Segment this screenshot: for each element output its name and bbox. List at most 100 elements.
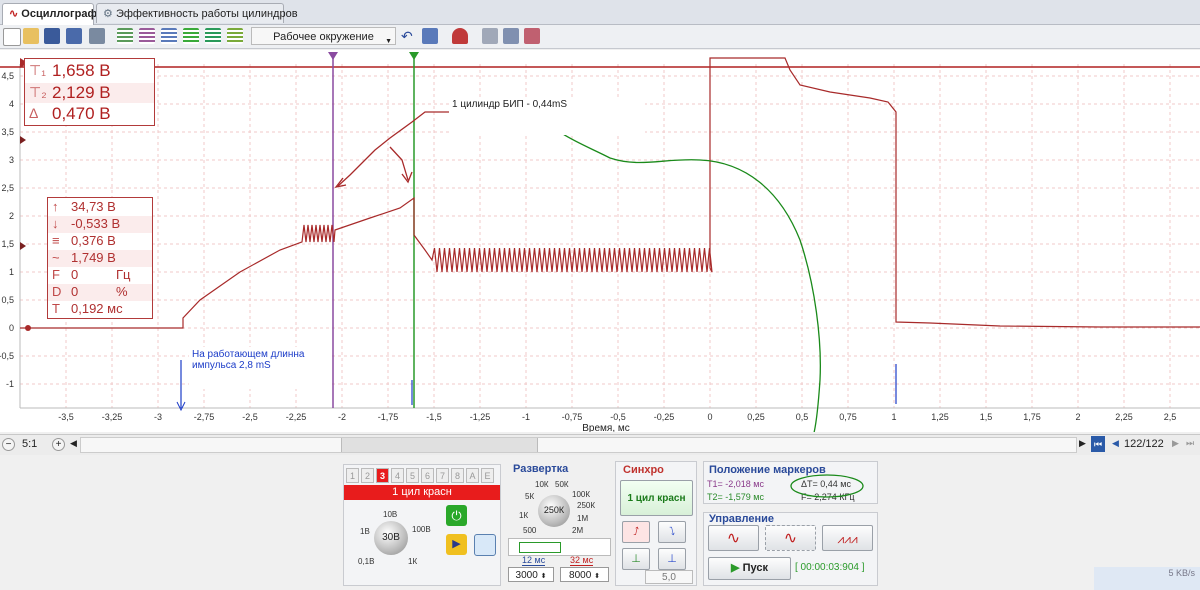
knob-label: 1К xyxy=(408,557,418,566)
x-tick-label: -0,75 xyxy=(562,412,583,422)
wave-filter-4-icon[interactable] xyxy=(183,28,199,44)
y-tick-label: 0,5 xyxy=(1,295,14,305)
falling-edge-button[interactable]: ⭝ xyxy=(658,521,686,543)
annotation-bottom-line-1: На работающем длинна xyxy=(192,349,305,360)
x-tick-label: 2,5 xyxy=(1164,412,1177,422)
sync-level-input[interactable]: 5,0 xyxy=(645,570,693,584)
power-icon[interactable]: ⏻ xyxy=(446,505,467,526)
marker-t2-handle-icon xyxy=(409,52,419,60)
stat-freq-unit: Гц xyxy=(116,267,131,282)
channel-tab-5[interactable]: 5 xyxy=(406,468,419,483)
channel-tab-4[interactable]: 4 xyxy=(391,468,404,483)
x-tick-label: -0,25 xyxy=(654,412,675,422)
crosshair-icon[interactable] xyxy=(524,28,540,44)
zoom-out-icon[interactable]: − xyxy=(2,438,15,451)
x-tick-label: -3 xyxy=(154,412,162,422)
scrollbar-thumb[interactable] xyxy=(341,438,538,452)
first-page-icon[interactable]: ⏮ xyxy=(1091,436,1105,452)
single-wave-icon: ∿ xyxy=(783,530,798,547)
scroll-right-icon[interactable]: ▶ xyxy=(1079,438,1086,449)
sync-panel: Синхро 1 цил красн ⭜ ⭝ ⊥ ⊥ 5,0 xyxy=(615,461,697,586)
prev-page-icon[interactable]: ◀ xyxy=(1112,438,1119,449)
export-icon[interactable] xyxy=(422,28,438,44)
stat-max-value: 34,73 В xyxy=(71,199,116,214)
sync-level-value: 5,0 xyxy=(662,572,676,583)
save-icon[interactable] xyxy=(44,28,60,44)
rising-edge-button[interactable]: ⭜ xyxy=(622,521,650,543)
zoom-level: 5:1 xyxy=(22,438,38,450)
channel-tab-6[interactable]: 6 xyxy=(421,468,434,483)
layout-2-icon[interactable] xyxy=(503,28,519,44)
annotation-arrow-line xyxy=(337,111,455,187)
zoom-in-icon[interactable]: + xyxy=(52,438,65,451)
x-tick-label: 0 xyxy=(707,412,712,422)
sync-mode-1-button[interactable]: ⊥ xyxy=(622,548,650,570)
t2-icon: ⊤₂ xyxy=(29,84,47,100)
annotation-arrow-line-2 xyxy=(389,146,409,181)
sweep-input-right[interactable]: 8000 ⬍ xyxy=(560,567,609,582)
run-timer: [ 00:00:03:904 ] xyxy=(795,562,865,573)
sweep-knob[interactable]: 250К xyxy=(538,495,570,527)
oscilloscope-plot[interactable]: 4,5 4 3,5 3 2,5 2 1,5 1 0,5 0 -0,5 -1 -3,5 -3,25 -3 -2… xyxy=(0,50,1200,432)
print-icon[interactable] xyxy=(89,28,105,44)
channel-tab-3[interactable]: 3 xyxy=(376,468,389,483)
environment-label: Рабочее окружение xyxy=(273,31,374,43)
last-page-icon[interactable]: ⏭ xyxy=(1186,438,1194,449)
recorder-mode-button[interactable]: ⩘⩘⩘ xyxy=(822,525,873,551)
marker-delta-row: Δ 0,470 В xyxy=(25,104,154,124)
new-file-icon[interactable] xyxy=(3,28,21,46)
channel-tab-1[interactable]: 1 xyxy=(346,468,359,483)
sine-mode-button[interactable]: ∿ xyxy=(708,525,759,551)
control-title: Управление xyxy=(709,513,775,525)
sync-mode-2-button[interactable]: ⊥ xyxy=(658,548,686,570)
channel-tab-2[interactable]: 2 xyxy=(361,468,374,483)
open-folder-icon[interactable] xyxy=(23,28,39,44)
play-trigger-icon[interactable]: ▶ xyxy=(446,534,467,555)
scroll-left-icon[interactable]: ◀ xyxy=(70,438,77,449)
voltage-knob[interactable]: 30В xyxy=(374,521,408,555)
undo-icon[interactable]: ↶ xyxy=(401,28,417,44)
wave-filter-5-icon[interactable] xyxy=(205,28,221,44)
wave-filter-6-icon[interactable] xyxy=(227,28,243,44)
marker-t1-handle-icon xyxy=(328,52,338,60)
layout-1-icon[interactable] xyxy=(482,28,498,44)
single-mode-button[interactable]: ∿ xyxy=(765,525,816,551)
tab-bar: ∿ Осциллограф ⚙ Эффективность работы цил… xyxy=(0,0,1200,25)
calculator-icon[interactable] xyxy=(474,534,496,556)
start-button[interactable]: ▶ Пуск xyxy=(708,557,791,580)
sync-source-button[interactable]: 1 цил красн xyxy=(620,480,693,516)
channel-tab-A[interactable]: A xyxy=(466,468,479,483)
sweep-range-window[interactable] xyxy=(519,542,561,553)
x-tick-label: -1,25 xyxy=(470,412,491,422)
sweep-input-left[interactable]: 3000 ⬍ xyxy=(508,567,554,582)
stat-max-row: ↑ 34,73 В xyxy=(48,199,152,216)
tab-cylinder-efficiency[interactable]: ⚙ Эффективность работы цилиндров xyxy=(96,3,298,23)
stat-min-row: ↓ -0,533 В xyxy=(48,216,152,233)
horizontal-scrollbar[interactable] xyxy=(80,437,1077,453)
channel-tab-E[interactable]: E xyxy=(481,468,494,483)
x-tick-label: -2 xyxy=(338,412,346,422)
duty-icon: D xyxy=(52,284,62,299)
stat-duty-value: 0 xyxy=(71,284,79,299)
wave-filter-1-icon[interactable] xyxy=(117,28,133,44)
knob-label: 0,1В xyxy=(358,557,375,566)
car-icon[interactable] xyxy=(452,28,468,44)
environment-select[interactable]: Рабочее окружение ▼ xyxy=(251,27,396,45)
sweep-label: 5К xyxy=(525,492,535,501)
next-page-icon[interactable]: ▶ xyxy=(1172,438,1179,449)
channel-tab-7[interactable]: 7 xyxy=(436,468,449,483)
tab-label: Осциллограф xyxy=(21,8,98,20)
marker-t1-value: 1,658 В xyxy=(52,61,111,80)
sweep-range-bar[interactable] xyxy=(508,538,611,556)
scroll-bar-row: − 5:1 + ◀ ▶ ⏮ ◀ 122/122 ▶ ⏭ xyxy=(0,434,1200,456)
tab-oscilloscope[interactable]: ∿ Осциллограф xyxy=(2,3,98,25)
annotation-bottom-line-2: импульса 2,8 mS xyxy=(192,360,271,371)
y-tick-label: 2,5 xyxy=(1,183,14,193)
sweep-label: 1К xyxy=(519,511,529,520)
save-as-icon[interactable] xyxy=(66,28,82,44)
wave-filter-3-icon[interactable] xyxy=(161,28,177,44)
t1-icon: ⊤₁ xyxy=(29,62,46,78)
channel-tab-8[interactable]: 8 xyxy=(451,468,464,483)
wave-filter-2-icon[interactable] xyxy=(139,28,155,44)
annotation-top-text: 1 цилиндр БИП - 0,44mS xyxy=(452,99,568,110)
